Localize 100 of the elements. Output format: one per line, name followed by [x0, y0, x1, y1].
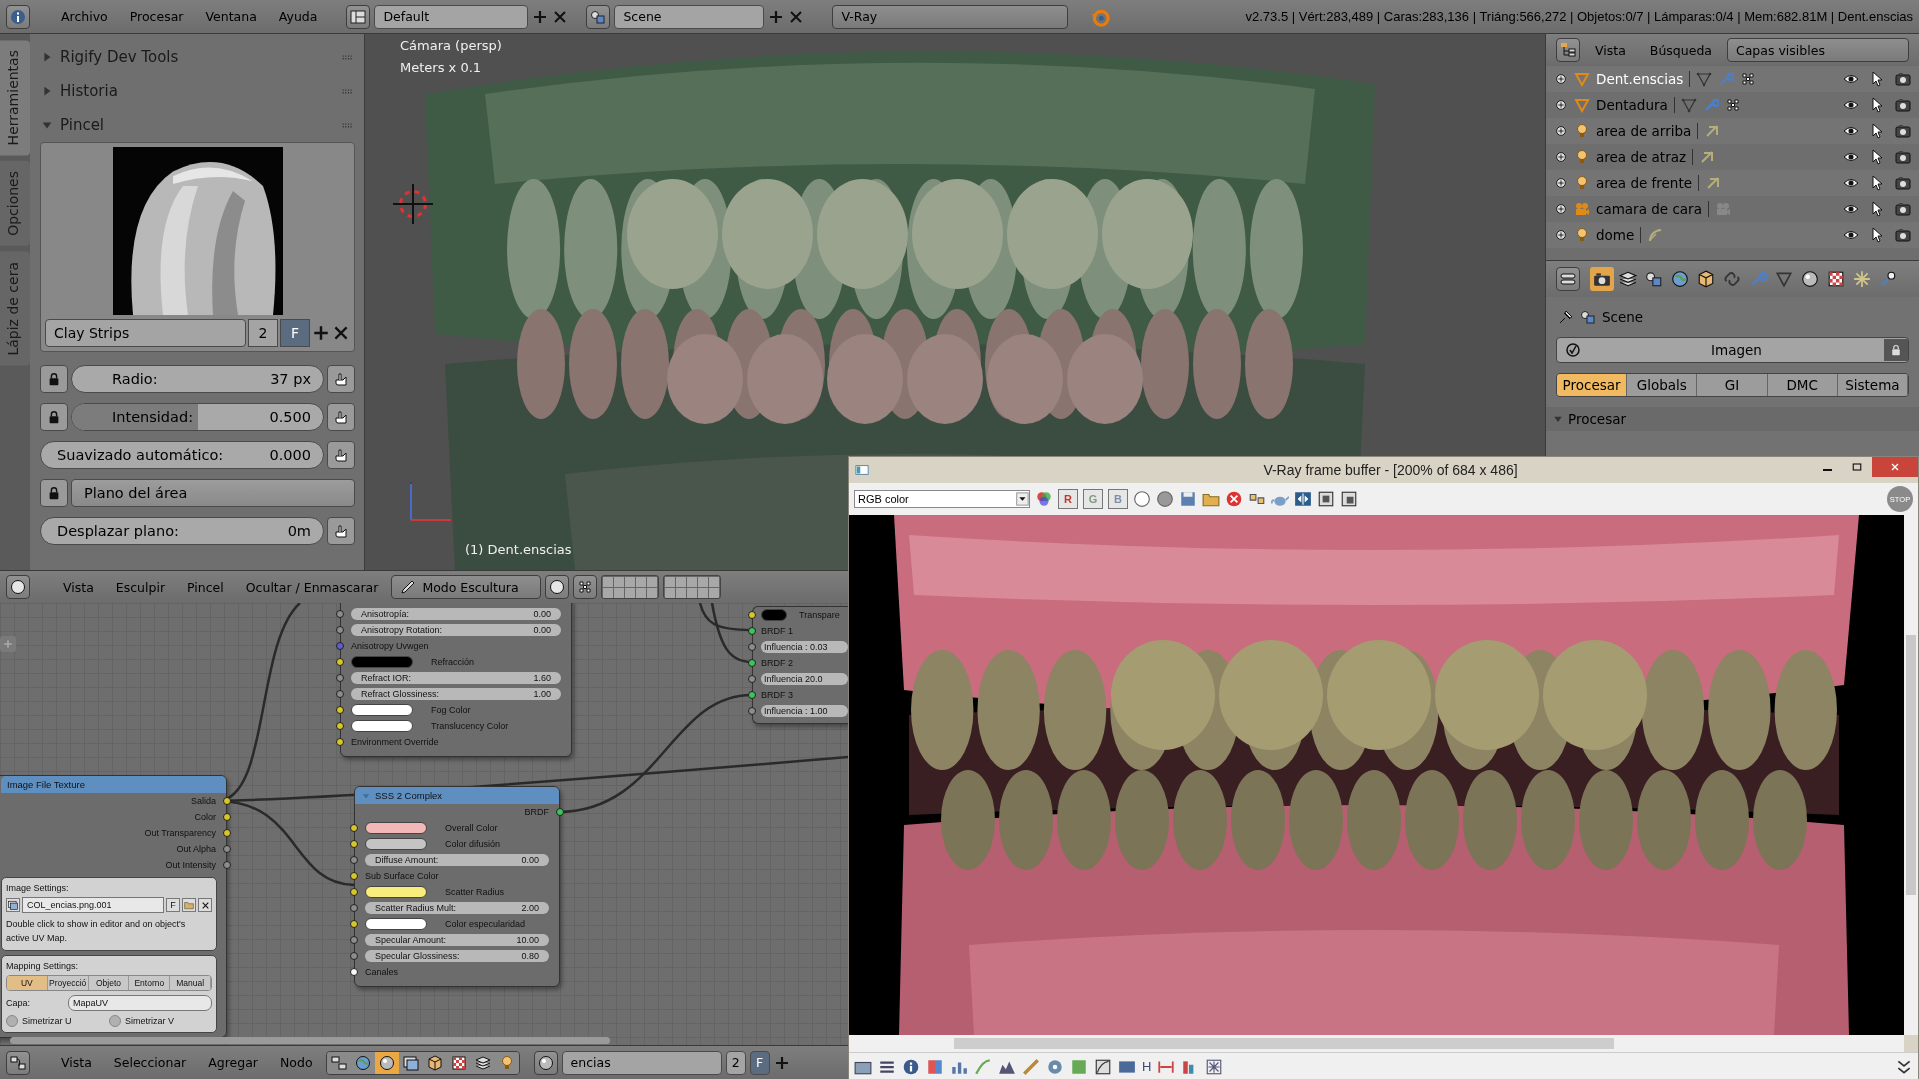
window-title: V-Ray frame buffer - [200% of 684 x 486] — [1262, 462, 1519, 478]
socket-label: BRDF 2 — [761, 658, 793, 668]
panel-title[interactable]: Rigify Dev Tools — [60, 48, 335, 66]
mapping-tab[interactable]: Objeto — [88, 976, 130, 990]
socket-label: BRDF 3 — [761, 690, 793, 700]
menu-item[interactable]: Seleccionar — [104, 1051, 196, 1074]
node-header-bar[interactable]: SSS 2 Complex — [355, 787, 559, 804]
socket-label: Transpare — [799, 610, 840, 620]
value-field[interactable]: Anisotropy Rotation: 0.00 — [351, 624, 561, 636]
number-field[interactable]: Radio: 37 px — [71, 365, 324, 393]
users-count[interactable]: 2 — [725, 1050, 746, 1075]
preset-field[interactable]: Imagen — [1556, 337, 1909, 363]
node-title: Image File Texture — [7, 779, 85, 790]
material-field[interactable]: encias — [561, 1050, 722, 1075]
value-field[interactable]: Refract IOR: 1.60 — [351, 672, 561, 684]
value-field[interactable]: Influencia : 1.00 — [761, 705, 848, 717]
settings-tab[interactable]: GI — [1697, 374, 1768, 396]
panel-title[interactable]: Pincel — [60, 116, 335, 134]
value-field[interactable]: Specular Amount: 10.00 — [365, 934, 549, 946]
brush-name-field[interactable]: Clay Strips — [45, 319, 246, 347]
hint-text: Double click to show in editor and on object's active UV Map. — [6, 918, 186, 945]
socket-label: Scatter Radius — [445, 887, 505, 897]
value-field[interactable]: Scatter Radius Mult: 2.00 — [365, 902, 549, 914]
mapping-tab[interactable]: Manual — [170, 976, 211, 990]
outliner-item[interactable]: Dent.enscias — [1596, 71, 1684, 87]
socket-label: Out Transparency — [144, 828, 216, 838]
settings-tab[interactable]: DMC — [1767, 374, 1838, 396]
settings-tab[interactable]: Sistema — [1837, 374, 1908, 396]
image-name-field[interactable]: COL_encias.png.001 — [22, 897, 164, 913]
value-field[interactable]: Refract Glossiness: 1.00 — [351, 688, 561, 700]
object-label: (1) Dent.enscias — [465, 542, 572, 557]
mapping-tab[interactable]: UV — [7, 976, 48, 990]
menu-item[interactable]: Archivo — [52, 5, 117, 28]
node-header-bar[interactable]: Image File Texture — [1, 776, 226, 793]
channel-toggle[interactable]: R — [1058, 489, 1078, 509]
menu-item[interactable]: Vista — [52, 1051, 101, 1074]
mapping-tab[interactable]: Entorno — [129, 976, 171, 990]
outliner-item[interactable]: area de frente — [1596, 175, 1693, 191]
mapping-tab[interactable]: Proyecció — [47, 976, 89, 990]
menu-item[interactable]: Ocultar / Enmascarar — [236, 575, 388, 599]
value-field[interactable]: Diffuse Amount: 0.00 — [365, 854, 549, 866]
menu-item[interactable]: Vista — [54, 575, 103, 599]
fake-user-toggle[interactable]: F — [166, 898, 180, 912]
socket-label: Color difusión — [445, 839, 501, 849]
menu-item[interactable]: Búsqueda — [1640, 38, 1721, 62]
context-path: Scene — [1602, 309, 1644, 325]
fake-user-toggle[interactable]: F — [280, 319, 310, 347]
outliner-item[interactable]: dome — [1596, 227, 1635, 243]
settings-tab[interactable]: Procesar — [1557, 374, 1628, 396]
dropdown[interactable]: Plano del área — [71, 479, 355, 507]
panel-title[interactable]: Procesar — [1568, 411, 1626, 427]
screen-layout-field[interactable]: Default — [374, 4, 529, 29]
number-field[interactable]: Desplazar plano: 0m — [40, 517, 324, 545]
socket-label: Color especularidad — [445, 919, 526, 929]
outliner-item[interactable]: area de arriba — [1596, 123, 1692, 139]
socket-label: Out Intensity — [165, 860, 216, 870]
shelf-tab[interactable]: Herramientas — [0, 40, 30, 156]
scene-stats: v2.73.5 | Vért:283,489 | Caras:283,136 | Triáng:566,272 | Objetos:0/7 | Lámparas:0/4 | Mem:682.81M | Dent.enscias — [1245, 9, 1913, 24]
socket-label: Out Alpha — [176, 844, 216, 854]
menu-item[interactable]: Vista — [1586, 38, 1635, 62]
value-field[interactable]: Influencia : 0.03 — [761, 641, 848, 653]
outliner-item[interactable]: camara de cara — [1596, 201, 1702, 217]
fake-user-toggle[interactable]: F — [749, 1050, 770, 1075]
node-title: SSS 2 Complex — [375, 790, 443, 801]
number-field[interactable]: Suavizado automático: 0.000 — [40, 441, 324, 469]
socket-label: Salida — [190, 796, 216, 806]
field-label: Capa: — [6, 998, 32, 1008]
socket-label: Sub Surface Color — [365, 871, 439, 881]
socket-label: BRDF — [524, 807, 549, 817]
socket-label: BRDF 1 — [761, 626, 793, 636]
menu-item[interactable]: Ventana — [196, 5, 266, 28]
socket-label: Translucency Color — [431, 721, 509, 731]
slider-field[interactable]: Intensidad: 0.500 — [71, 403, 324, 431]
users-count[interactable]: 2 — [248, 319, 278, 347]
toolbar-label[interactable]: H — [1142, 1059, 1152, 1074]
settings-tab[interactable]: Globals — [1627, 374, 1698, 396]
socket-label: Fog Color — [431, 705, 471, 715]
panel-title[interactable]: Historia — [60, 82, 335, 100]
outliner-item[interactable]: area de atraz — [1596, 149, 1687, 165]
mode-dropdown[interactable]: Modo Escultura — [391, 575, 542, 599]
scene-field[interactable]: Scene — [614, 4, 765, 29]
menu-item[interactable]: Procesar — [120, 5, 193, 28]
toggle-label: Simetrizar U — [22, 1016, 72, 1026]
value-field[interactable]: Specular Glossiness: 0.80 — [365, 950, 549, 962]
socket-label: Anisotropy Uvwgen — [351, 641, 429, 651]
outliner-item[interactable]: Dentadura — [1596, 97, 1668, 113]
units-label: Meters x 0.1 — [400, 60, 482, 75]
channel-dropdown[interactable]: RGB color — [854, 490, 1030, 508]
socket-label: Color — [194, 812, 216, 822]
menu-item[interactable]: Esculpir — [106, 575, 175, 599]
render-engine-dropdown[interactable]: V-Ray — [832, 4, 1069, 29]
menu-item[interactable]: Ayuda — [269, 5, 327, 28]
value-field[interactable]: Influencia 20.0 — [761, 673, 848, 685]
section-title: Mapping Settings: — [6, 961, 80, 971]
value-field[interactable]: Anisotropía: 0.00 — [351, 608, 561, 620]
menu-item[interactable]: Agregar — [199, 1051, 267, 1074]
menu-item[interactable]: Pincel — [178, 575, 233, 599]
display-mode-dropdown[interactable]: Capas visibles — [1727, 38, 1909, 62]
uv-map-field[interactable]: MapaUV — [68, 995, 212, 1011]
menu-item[interactable]: Nodo — [271, 1051, 322, 1074]
